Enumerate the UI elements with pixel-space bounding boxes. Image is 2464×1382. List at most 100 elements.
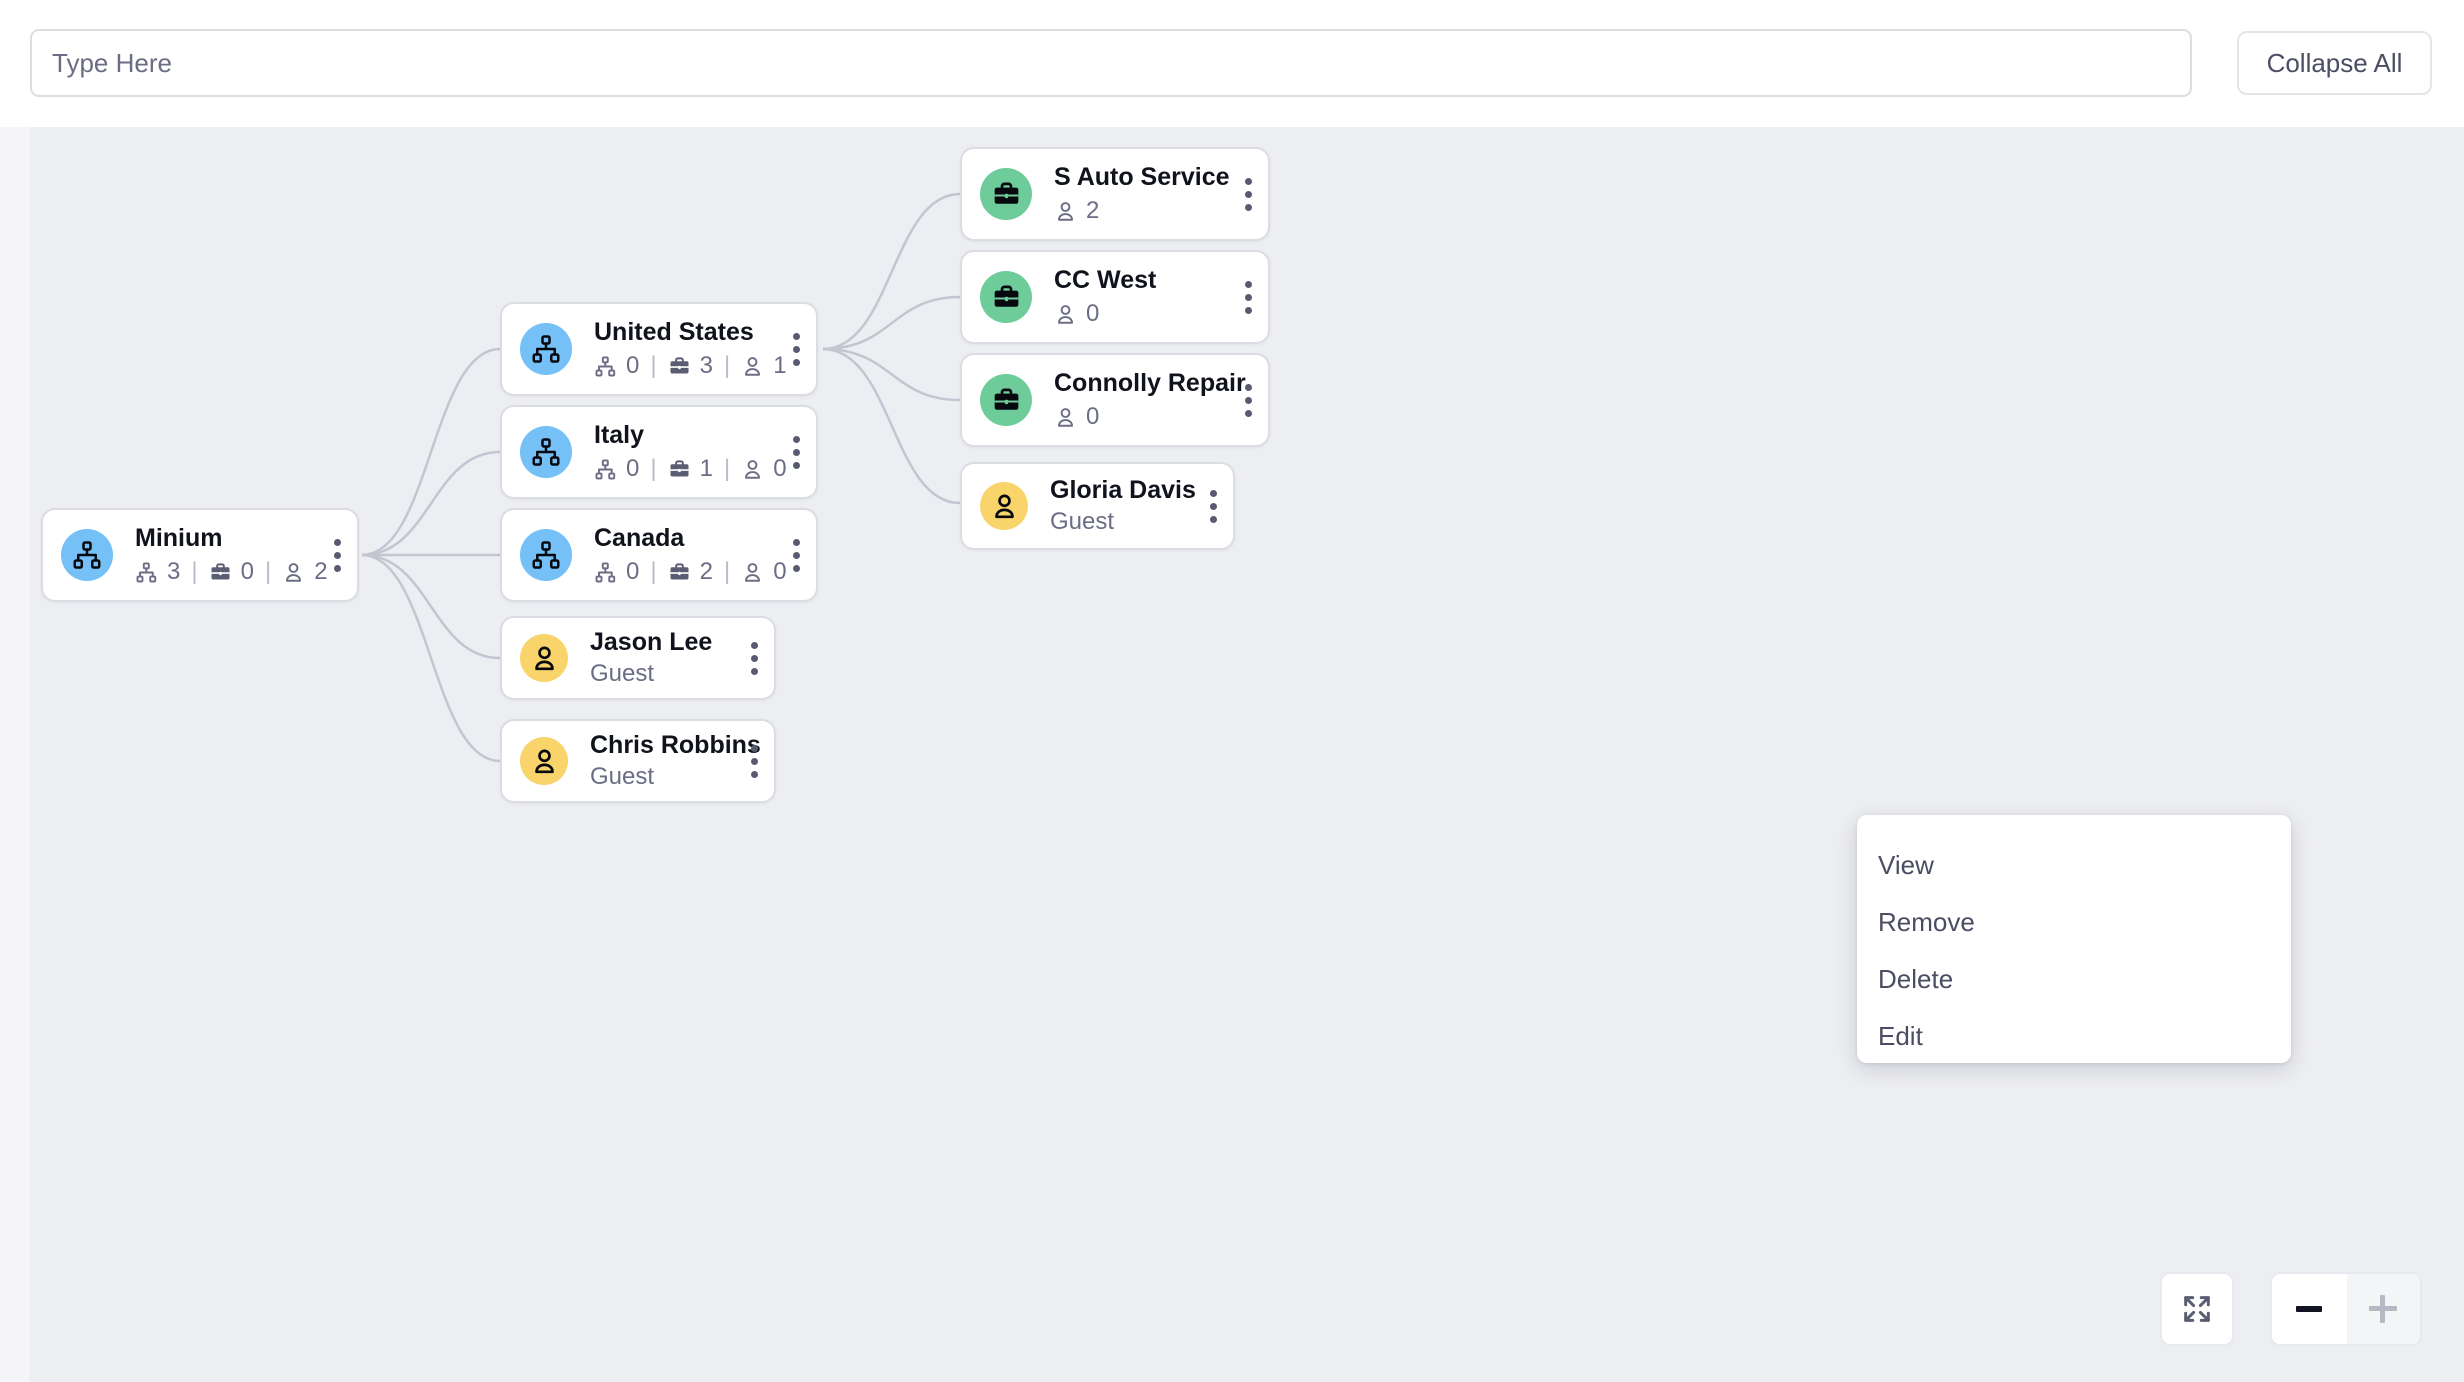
node-menu-button[interactable] [1245,383,1252,417]
person-icon [1058,304,1073,324]
node-title: Minium [135,524,223,552]
toolbar: Collapse All [0,0,2464,127]
avatar [980,374,1032,426]
node-connolly-repair[interactable]: Connolly Repair 0 [960,353,1270,447]
node-content: Italy 0 | 1 | 0 [594,420,793,484]
zoom-out-button[interactable] [2272,1274,2347,1344]
person-icon [286,562,302,582]
zoom-in-button[interactable] [2346,1274,2420,1344]
node-title: Jason Lee [590,628,713,656]
avatar [520,737,568,785]
node-title: Canada [594,524,685,552]
node-content: Chris Robbins Guest [590,731,761,791]
org-chart-icon [595,458,616,479]
node-content: Canada 0 | 2 | 0 [594,523,793,587]
briefcase-icon [670,562,689,579]
node-gloria-davis[interactable]: Gloria Davis Guest [960,462,1235,550]
avatar [520,529,572,581]
collapse-all-label: Collapse All [2266,47,2403,78]
context-menu-item-delete[interactable]: Delete [1857,951,2291,1008]
stat-people: 0 [741,557,787,587]
stat-people: 0 [1054,299,1099,329]
stat-separator: | [723,455,731,482]
node-united-states[interactable]: United States 0 | 3 | 1 [500,302,818,396]
node-menu-button[interactable] [793,435,800,469]
stat-people-value: 0 [773,455,787,482]
org-chart-icon [532,541,560,569]
node-content: CC West 0 [1054,265,1245,329]
context-menu-item-edit[interactable]: Edit [1857,1008,2291,1065]
node-s-auto-service[interactable]: S Auto Service 2 [960,147,1270,241]
node-role: Guest [590,763,655,790]
node-menu-button[interactable] [793,538,800,572]
zoom-controls[interactable] [2270,1272,2422,1346]
collapse-all-button[interactable]: Collapse All [2237,31,2432,95]
stat-businesses-value: 2 [699,558,713,585]
node-italy[interactable]: Italy 0 | 1 | 0 [500,405,818,499]
fullscreen-button[interactable] [2160,1272,2234,1346]
stat-orgs: 0 [594,454,639,484]
context-menu-label: Remove [1878,907,1975,937]
stat-separator: | [264,558,272,585]
node-stats: 0 | 3 | 1 [594,351,793,381]
briefcase-icon [211,562,230,579]
stat-people-value: 1 [773,352,787,379]
avatar [980,271,1032,323]
context-menu-item-view[interactable]: View [1857,837,2291,894]
node-jason-lee[interactable]: Jason Lee Guest [500,616,776,700]
stat-businesses-value: 1 [699,455,713,482]
context-menu-label: Edit [1878,1021,1923,1051]
avatar [520,323,572,375]
node-chris-robbins[interactable]: Chris Robbins Guest [500,719,776,803]
node-menu-button[interactable] [1245,177,1252,211]
stat-separator: | [723,558,731,585]
stat-separator: | [650,558,657,585]
org-chart-icon [532,438,560,466]
node-menu-button[interactable] [1210,489,1217,523]
node-menu-button[interactable] [793,332,800,366]
node-title: Chris Robbins [590,731,761,759]
node-title: Gloria Davis [1050,476,1196,504]
stat-separator: | [191,558,198,585]
node-menu-button[interactable] [334,538,341,572]
stat-separator: | [650,455,657,482]
person-icon [745,459,761,479]
org-chart-canvas[interactable]: Minium 3 | 0 | 2 United States 0 | 3 | 1… [30,127,2464,1382]
briefcase-icon [994,182,1018,204]
context-menu-label: Delete [1878,964,1954,994]
node-content: S Auto Service 2 [1054,162,1245,226]
node-stats: 3 | 0 | 2 [135,557,334,587]
node-menu-button[interactable] [1245,280,1252,314]
node-role: Guest [590,660,655,687]
stat-orgs-value: 3 [167,558,181,585]
person-icon [534,646,554,670]
node-content: Jason Lee Guest [590,628,751,688]
avatar [980,482,1028,530]
node-minium[interactable]: Minium 3 | 0 | 2 [41,508,359,602]
stat-people: 0 [741,454,787,484]
context-menu-item-remove[interactable]: Remove [1857,894,2291,951]
node-context-menu[interactable]: View Remove Delete Edit [1857,815,2291,1063]
stat-orgs-value: 0 [626,558,640,585]
node-cc-west[interactable]: CC West 0 [960,250,1270,344]
org-chart-icon [73,541,101,569]
stat-orgs-value: 0 [626,352,640,379]
person-icon [1058,201,1073,221]
stat-orgs: 0 [594,351,639,381]
person-icon [534,749,554,773]
stat-people-value: 0 [1086,300,1100,327]
stat-people: 2 [282,557,328,587]
briefcase-icon [994,285,1018,307]
node-title: CC West [1054,266,1157,294]
node-title: Connolly Repair [1054,369,1246,397]
org-chart-icon [595,561,616,582]
node-stats: 2 [1054,196,1245,226]
node-title: United States [594,318,754,346]
stat-businesses-value: 0 [240,558,254,585]
node-menu-button[interactable] [751,641,758,675]
node-canada[interactable]: Canada 0 | 2 | 0 [500,508,818,602]
search-input[interactable] [30,29,2192,97]
node-menu-button[interactable] [751,744,758,778]
briefcase-icon [994,388,1018,410]
stat-businesses: 1 [668,454,713,484]
